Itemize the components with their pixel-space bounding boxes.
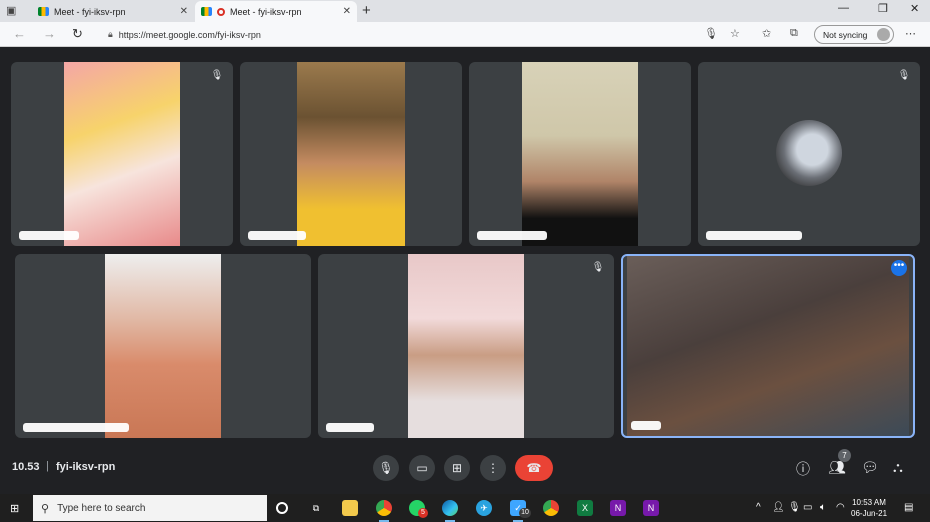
chat-icon[interactable]: 💬︎ [861,459,879,476]
url-text: https://meet.google.com/fyi-iksv-rpn [118,29,261,40]
participant-video [64,62,180,246]
search-icon: ⚲ [41,502,50,515]
back-icon[interactable]: ← [13,26,26,41]
windows-start-icon[interactable]: ⊞ [10,502,19,515]
wifi-icon[interactable]: ◠ [836,502,845,513]
microphone-permission-icon[interactable]: 🎙︎ [704,27,718,40]
taskbar-search-input[interactable]: ⚲ Type here to search [33,495,267,521]
participant-video [105,254,221,438]
person-icon[interactable]: 👤︎ [772,502,785,513]
minimize-icon[interactable]: — [838,2,849,14]
cortana-icon[interactable] [276,502,288,514]
url-field[interactable]: 🔒︎ https://meet.google.com/fyi-iksv-rpn [98,25,750,44]
new-tab-button[interactable]: + [362,2,371,19]
camera-toggle-button[interactable]: ▭ [409,455,435,481]
whatsapp-badge: 5 [418,508,428,518]
speaker-icon[interactable]: 🔈︎ [820,502,826,513]
participant-tile[interactable] [469,62,691,246]
participant-tile[interactable] [15,254,311,438]
meet-favicon-icon [38,7,49,16]
leave-call-button[interactable]: ☎ [515,455,553,481]
notifications-icon[interactable]: ▤ [904,502,913,513]
sync-label: Not syncing [823,29,868,40]
profile-avatar [877,28,890,41]
more-options-icon[interactable]: ••• [891,260,907,276]
mic-off-icon: 🎙︎ [210,70,224,81]
redacted-name [23,423,129,432]
telegram-icon[interactable]: ✈ [476,500,492,516]
redacted-name [19,231,79,240]
participant-video [408,254,524,438]
browser-tab-strip: ▣ Meet - fyi-iksv-rpn ✕ Meet - fyi-iksv-… [0,0,930,22]
mic-off-icon: 🎙︎ [897,70,911,81]
excel-icon[interactable]: X [577,500,593,516]
meet-favicon-icon [201,7,212,16]
lock-icon[interactable]: 🔒︎ [108,29,113,40]
close-tab-icon[interactable]: ✕ [180,6,188,17]
microphone-tray-icon[interactable]: 🎙︎ [788,502,801,513]
tab-title: Meet - fyi-iksv-rpn [54,6,126,17]
tab-actions-icon[interactable]: ▣ [6,4,20,18]
participant-tile[interactable]: 🎙︎ [318,254,614,438]
participant-video [627,256,909,436]
task-view-icon[interactable]: ⧉ [308,500,324,516]
telegram-badge: 10 [519,508,531,518]
restore-icon[interactable]: ❐ [878,2,888,15]
participant-avatar [776,120,842,186]
participant-tile[interactable]: 🎙︎ [11,62,233,246]
battery-icon[interactable]: ▭ [803,502,812,513]
favorites-icon[interactable]: ✩ [762,27,771,40]
clock-time: 10:53 AM [852,498,886,507]
separator: | [46,460,49,472]
activities-icon[interactable]: ⛬ [893,459,903,476]
participant-tile[interactable]: 🎙︎ [698,62,920,246]
favorite-star-icon[interactable]: ☆ [730,27,740,40]
microphone-toggle-button[interactable]: 🎙︎ [373,455,399,481]
participant-tile[interactable] [240,62,462,246]
meet-stage: 🎙︎ 🎙︎ 🎙︎ ••• [0,47,930,490]
close-window-icon[interactable]: ✕ [910,2,919,15]
chrome-icon[interactable] [376,500,392,522]
show-hidden-icons-icon[interactable]: ^ [756,502,761,513]
tab-title: Meet - fyi-iksv-rpn [230,6,302,17]
address-bar: ← → ↻ 🔒︎ https://meet.google.com/fyi-iks… [0,22,930,47]
redacted-name [477,231,547,240]
reload-icon[interactable]: ↻ [72,26,83,42]
redacted-name [326,423,374,432]
meeting-details-icon[interactable]: ⓘ [796,459,810,479]
onenote-2-icon[interactable]: N [643,500,659,516]
meet-control-bar: 10.53 | fyi-iksv-rpn 🎙︎ ▭ ⊞ ⋮ ☎ ⓘ 👥︎ 💬︎ … [0,445,930,490]
chrome-profile-icon[interactable] [543,500,559,516]
redacted-name [706,231,802,240]
forward-icon[interactable]: → [43,26,56,41]
browser-tab-1[interactable]: Meet - fyi-iksv-rpn ✕ [32,1,194,22]
settings-more-icon[interactable]: ⋯ [905,27,916,40]
recording-icon [217,7,225,16]
search-placeholder: Type here to search [57,502,146,514]
meeting-time: 10.53 [12,461,40,473]
windows-taskbar: ⊞ ⚲ Type here to search ⧉ 5 ✈ ✓ 10 X N N… [0,494,930,522]
more-options-button[interactable]: ⋮ [480,455,506,481]
collections-icon[interactable]: ⧉ [790,27,798,40]
present-screen-button[interactable]: ⊞ [444,455,470,481]
onenote-icon[interactable]: N [610,500,626,516]
edge-icon[interactable] [442,500,458,522]
clock-date: 06-Jun-21 [851,509,888,518]
participant-count-badge: 7 [838,449,851,462]
browser-tab-2[interactable]: Meet - fyi-iksv-rpn ✕ [195,1,357,22]
active-speaker-tile[interactable]: ••• [621,254,915,438]
taskbar-clock[interactable]: 10:53 AM 06-Jun-21 [851,497,887,519]
meeting-code: fyi-iksv-rpn [56,461,116,473]
participant-video [522,62,638,246]
close-tab-icon[interactable]: ✕ [343,6,351,17]
redacted-name [248,231,306,240]
file-explorer-icon[interactable] [342,500,358,516]
redacted-name [631,421,661,430]
participant-video [297,62,405,246]
mic-off-icon: 🎙︎ [591,262,605,273]
profile-sync-button[interactable]: Not syncing [814,25,894,44]
